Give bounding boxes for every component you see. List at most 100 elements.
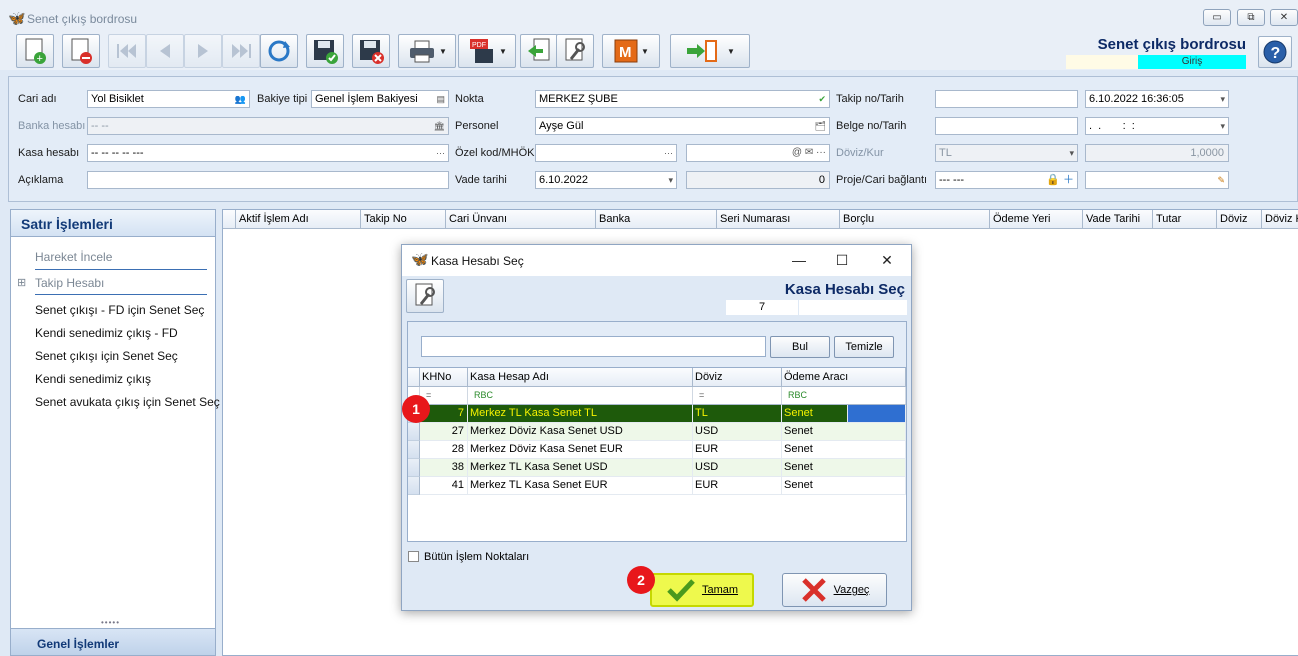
cari-adi-field[interactable]: Yol Bisiklet 👥	[87, 90, 250, 108]
discard-icon	[360, 40, 384, 64]
col-odeme-yeri[interactable]: Ödeme Yeri	[989, 210, 1082, 229]
col-seri-numarasi[interactable]: Seri Numarası	[716, 210, 839, 229]
vade-tarihi-field[interactable]: 6.10.2022 ▾	[535, 171, 677, 189]
delete-document-button[interactable]	[62, 34, 100, 68]
personel-field[interactable]: Ayşe Gül 🗂	[535, 117, 830, 135]
first-record-icon	[117, 44, 136, 58]
col-banka[interactable]: Banka	[595, 210, 716, 229]
mhok-field[interactable]: @ ✉ ···	[686, 144, 830, 162]
first-record-button[interactable]	[108, 34, 146, 68]
search-input[interactable]	[421, 336, 766, 357]
proje-field[interactable]: --- --- 🔒 ＋	[935, 171, 1078, 189]
table-row[interactable]: 28 Merkez Döviz Kasa Senet EUR EUR Senet	[408, 441, 906, 459]
ok-button[interactable]: Tamam	[650, 573, 754, 607]
col-takip-no[interactable]: Takip No	[360, 210, 445, 229]
col-borclu[interactable]: Borçlu	[839, 210, 989, 229]
table-row[interactable]: 27 Merkez Döviz Kasa Senet USD USD Senet	[408, 423, 906, 441]
col-odeme-araci[interactable]: Ödeme Aracı	[782, 368, 906, 387]
ellipsis-icon: ···	[664, 148, 673, 158]
cell-kasa-hesap-adi: Merkez Döviz Kasa Senet EUR	[468, 441, 693, 459]
settings-button[interactable]	[556, 34, 594, 68]
clear-button[interactable]: Temizle	[834, 336, 894, 358]
general-operations-tab[interactable]: Genel İşlemler	[11, 628, 215, 655]
cross-icon	[801, 578, 826, 602]
discard-button[interactable]	[352, 34, 390, 68]
col-doviz-kur[interactable]: Döviz K	[1261, 210, 1298, 229]
col-tutar[interactable]: Tutar	[1152, 210, 1216, 229]
belge-no-field[interactable]	[935, 117, 1078, 135]
pdf-export-button[interactable]: PDF ▼	[458, 34, 516, 68]
close-button[interactable]: ✕	[1270, 9, 1298, 26]
col-doviz[interactable]: Döviz	[1216, 210, 1261, 229]
import-button[interactable]	[520, 34, 558, 68]
filter-kasa-hesap-adi[interactable]: RBC	[468, 387, 693, 405]
restore-button[interactable]: ⧉	[1237, 9, 1265, 26]
nokta-field[interactable]: MERKEZ ŞUBE ✔	[535, 90, 830, 108]
lp-item-senet-cikisi-fd[interactable]: Senet çıkışı - FD için Senet Seç	[35, 303, 204, 317]
dialog-close-button[interactable]: ✕	[872, 249, 902, 271]
lp-item-senet-cikisi[interactable]: Senet çıkışı için Senet Seç	[35, 349, 178, 363]
dialog-minimize-button[interactable]: —	[784, 249, 814, 271]
help-button[interactable]: ?	[1258, 36, 1292, 68]
wrench-icon	[565, 38, 585, 61]
find-button[interactable]: Bul	[770, 336, 830, 358]
filter-doviz[interactable]: =	[693, 387, 782, 405]
ozel-kod-field[interactable]: ···	[535, 144, 677, 162]
print-button[interactable]: ▼	[398, 34, 456, 68]
kasa-hesabi-value: -- -- -- -- ---	[91, 147, 144, 159]
next-record-button[interactable]	[184, 34, 222, 68]
doviz-field: TL ▾	[935, 144, 1078, 162]
lp-item-kendi-senedimiz-fd[interactable]: Kendi senedimiz çıkış - FD	[35, 326, 178, 340]
filter-odeme-araci[interactable]: RBC	[782, 387, 906, 405]
cancel-button[interactable]: Vazgeç	[782, 573, 887, 607]
col-doviz[interactable]: Döviz	[693, 368, 782, 387]
col-khno[interactable]: KHNo	[420, 368, 468, 387]
row-indicator	[408, 441, 420, 459]
col-vade-tarihi[interactable]: Vade Tarihi	[1082, 210, 1152, 229]
kasa-hesabi-field[interactable]: -- -- -- -- --- ···	[87, 144, 449, 162]
chevron-down-icon: ▾	[1220, 121, 1225, 131]
col-kasa-hesap-adi[interactable]: Kasa Hesap Adı	[468, 368, 693, 387]
last-record-button[interactable]	[222, 34, 260, 68]
table-row[interactable]: 38 Merkez TL Kasa Senet USD USD Senet	[408, 459, 906, 477]
save-button[interactable]	[306, 34, 344, 68]
lp-item-kendi-senedimiz[interactable]: Kendi senedimiz çıkış	[35, 372, 151, 386]
nokta-label: Nokta	[455, 93, 484, 105]
previous-record-button[interactable]	[146, 34, 184, 68]
takip-no-field[interactable]	[935, 90, 1078, 108]
cell-kasa-hesap-adi: Merkez TL Kasa Senet EUR	[468, 477, 693, 495]
doviz-kur-label: Döviz/Kur	[836, 147, 884, 159]
kasa-hesabi-label: Kasa hesabı	[18, 147, 80, 159]
minimize-button[interactable]: ▭	[1203, 9, 1231, 26]
takip-date-field[interactable]: 6.10.2022 16:36:05 ▾	[1085, 90, 1229, 108]
table-row[interactable]: 7 Merkez TL Kasa Senet TL TL Senet	[408, 405, 906, 423]
takip-date-value: 6.10.2022 16:36:05	[1089, 93, 1184, 105]
col-cari-unvani[interactable]: Cari Ünvanı	[445, 210, 595, 229]
belge-date-field[interactable]: . . : : ▾	[1085, 117, 1229, 135]
all-points-checkbox[interactable]: Bütün İşlem Noktaları	[408, 551, 529, 563]
mode-badge: Giriş	[1138, 55, 1246, 69]
splitter-grip[interactable]: •••••	[101, 618, 120, 627]
bank-icon: 🏛	[433, 121, 445, 131]
col-aktif-islem[interactable]: Aktif İşlem Adı	[235, 210, 360, 229]
refresh-button[interactable]	[260, 34, 298, 68]
title-bar: 🦋 Senet çıkış bordrosu ▭ ⧉ ✕	[0, 0, 1298, 34]
dialog-maximize-button[interactable]: ☐	[827, 249, 857, 271]
cell-odeme-araci: Senet	[782, 477, 906, 495]
window-title: Senet çıkış bordrosu	[27, 12, 138, 26]
new-document-button[interactable]: +	[16, 34, 54, 68]
proje-link-field[interactable]: ✎	[1085, 171, 1229, 189]
checkbox-box[interactable]	[408, 551, 419, 562]
aciklama-field[interactable]	[87, 171, 449, 189]
takip-no-label: Takip no/Tarih	[836, 93, 904, 105]
lp-item-senet-avukata[interactable]: Senet avukata çıkış için Senet Seç	[35, 395, 220, 409]
exit-button[interactable]: ▼	[670, 34, 750, 68]
lp-item-takip-hesabi[interactable]: Takip Hesabı	[35, 276, 104, 290]
svg-text:+: +	[37, 53, 43, 65]
m-menu-button[interactable]: M ▼	[602, 34, 660, 68]
kur-field: 1,0000	[1085, 144, 1229, 162]
lp-item-hareket-incele[interactable]: Hareket İncele	[35, 250, 112, 264]
bakiye-tipi-field[interactable]: Genel İşlem Bakiyesi ▤	[311, 90, 449, 108]
table-row[interactable]: 41 Merkez TL Kasa Senet EUR EUR Senet	[408, 477, 906, 495]
dialog-settings-button[interactable]	[406, 279, 444, 313]
